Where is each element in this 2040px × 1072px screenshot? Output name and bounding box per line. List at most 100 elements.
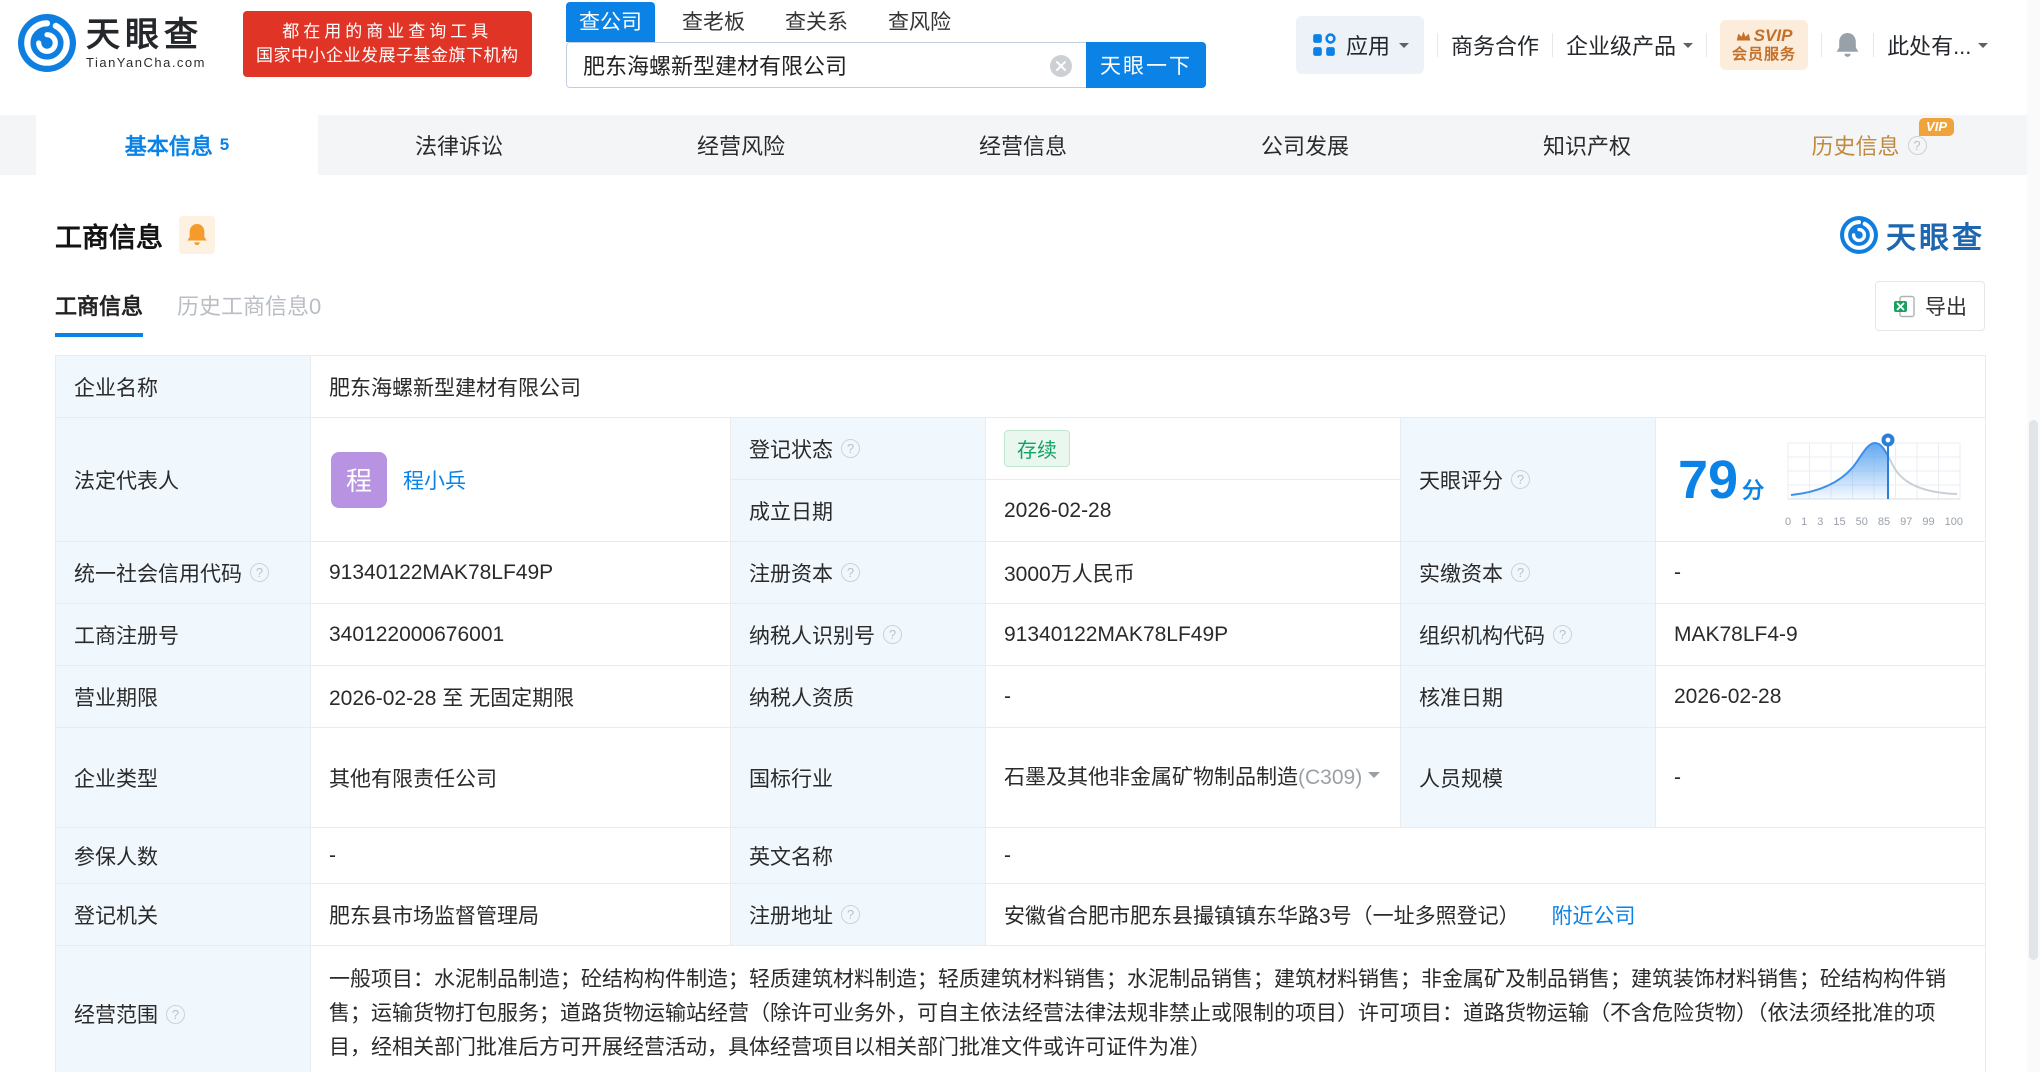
section-title: 工商信息 bbox=[55, 222, 163, 253]
chevron-down-icon bbox=[1683, 43, 1694, 53]
taxpayer-id-label: 纳税人识别号 bbox=[730, 603, 986, 666]
tab-legal-proceedings[interactable]: 法律诉讼 bbox=[318, 115, 600, 175]
help-icon[interactable] bbox=[1553, 625, 1572, 644]
approval-date-label: 核准日期 bbox=[1400, 665, 1656, 728]
company-name-label: 企业名称 bbox=[55, 355, 311, 418]
tab-operating-risk[interactable]: 经营风险 bbox=[600, 115, 882, 175]
establish-date-label: 成立日期 bbox=[730, 479, 986, 542]
notification-bell-icon[interactable] bbox=[1835, 32, 1860, 59]
menu-enterprise[interactable]: 企业级产品 bbox=[1566, 29, 1694, 61]
vip-badge: VIP bbox=[1919, 118, 1954, 136]
legal-rep-label: 法定代表人 bbox=[55, 417, 311, 542]
search-tab-relation[interactable]: 查关系 bbox=[772, 2, 861, 42]
taxpayer-id-value: 91340122MAK78LF49P bbox=[985, 603, 1401, 666]
insured-count-value: - bbox=[310, 827, 731, 884]
score-chart-ticks: 01 3 15 50 85 97 99 100 bbox=[1785, 516, 1963, 528]
top-header: 天眼查 TianYanCha.com 都在用的商业查询工具 国家中小企业发展子基… bbox=[0, 0, 2040, 90]
monitor-bell-button[interactable] bbox=[179, 216, 215, 254]
search-input[interactable] bbox=[567, 43, 1086, 87]
english-name-label: 英文名称 bbox=[730, 827, 986, 884]
industry-code: (C309) bbox=[1298, 765, 1363, 789]
help-icon[interactable] bbox=[883, 625, 902, 644]
apps-menu[interactable]: 应用 bbox=[1296, 16, 1425, 74]
paid-capital-label: 实缴资本 bbox=[1400, 541, 1656, 604]
help-icon[interactable] bbox=[1907, 135, 1927, 155]
reg-address-label: 注册地址 bbox=[730, 883, 986, 946]
search-block: 查公司 查老板 查关系 查风险 天眼一下 bbox=[566, 2, 1206, 88]
credit-code-value: 91340122MAK78LF49P bbox=[310, 541, 731, 604]
business-scope-label: 经营范围 bbox=[55, 945, 311, 1072]
tab-company-development[interactable]: 公司发展 bbox=[1164, 115, 1446, 175]
company-nav-band: 基本信息 5 法律诉讼 经营风险 经营信息 公司发展 知识产权 历史信息 VIP bbox=[0, 115, 2040, 175]
logo-text-cn: 天眼查 bbox=[86, 15, 203, 54]
main-content: 工商信息 天眼查 工商信息 历史工商信息0 导出 企业名称 肥东海螺新型建材有限… bbox=[0, 213, 2040, 1072]
top-menu: 应用 商务合作 企业级产品 SVIP 会员服务 此处有... bbox=[1296, 0, 1989, 90]
tianyancha-logo-icon bbox=[18, 14, 76, 72]
tab-intellectual-property[interactable]: 知识产权 bbox=[1446, 115, 1728, 175]
search-button[interactable]: 天眼一下 bbox=[1086, 42, 1206, 88]
reg-number-label: 工商注册号 bbox=[55, 603, 311, 666]
apps-label: 应用 bbox=[1346, 34, 1391, 59]
logo-text-en: TianYanCha.com bbox=[86, 54, 206, 70]
tab-history-info[interactable]: 历史信息 VIP bbox=[1728, 115, 2010, 175]
help-icon[interactable] bbox=[250, 563, 269, 582]
industry-expand-chevron-icon[interactable] bbox=[1368, 771, 1381, 784]
page: 天眼查 TianYanCha.com 都在用的商业查询工具 国家中小企业发展子基… bbox=[0, 0, 2040, 1072]
legal-rep-value: 程 程小兵 bbox=[310, 417, 731, 542]
promo-banner[interactable]: 都在用的商业查询工具 国家中小企业发展子基金旗下机构 bbox=[243, 11, 532, 77]
industry-value: 石墨及其他非金属矿物制品制造(C309) bbox=[985, 727, 1401, 828]
company-type-value: 其他有限责任公司 bbox=[310, 727, 731, 828]
score-distribution-chart: 01 3 15 50 85 97 99 100 bbox=[1785, 431, 1963, 528]
legal-rep-name-link[interactable]: 程小兵 bbox=[403, 465, 466, 495]
chevron-down-icon bbox=[1399, 43, 1410, 53]
bell-icon bbox=[187, 224, 207, 246]
industry-label: 国标行业 bbox=[730, 727, 986, 828]
subtab-history-business-info[interactable]: 历史工商信息0 bbox=[177, 289, 321, 337]
export-button[interactable]: 导出 bbox=[1875, 281, 1985, 331]
clear-search-icon[interactable] bbox=[1050, 55, 1072, 77]
tab-basic-info-count: 5 bbox=[219, 135, 230, 154]
menu-cooperation[interactable]: 商务合作 bbox=[1451, 29, 1539, 61]
search-tab-risk[interactable]: 查风险 bbox=[875, 2, 964, 42]
paid-capital-value: - bbox=[1654, 541, 1987, 604]
tab-basic-info[interactable]: 基本信息 5 bbox=[36, 115, 318, 175]
help-icon[interactable] bbox=[841, 439, 860, 458]
help-icon[interactable] bbox=[1511, 470, 1530, 489]
promo-line1: 都在用的商业查询工具 bbox=[282, 22, 493, 41]
reg-capital-label: 注册资本 bbox=[730, 541, 986, 604]
business-term-value: 2026-02-28 至 无固定期限 bbox=[310, 665, 731, 728]
divider bbox=[1552, 33, 1554, 57]
help-icon[interactable] bbox=[841, 563, 860, 582]
watermark-logo: 天眼查 bbox=[1840, 213, 1985, 257]
divider bbox=[1873, 33, 1875, 57]
legal-rep-avatar[interactable]: 程 bbox=[331, 451, 387, 508]
english-name-value: - bbox=[984, 827, 1987, 884]
reg-authority-value: 肥东县市场监督管理局 bbox=[310, 883, 731, 946]
user-menu[interactable]: 此处有... bbox=[1887, 29, 1989, 61]
divider bbox=[1821, 33, 1823, 57]
search-tab-boss[interactable]: 查老板 bbox=[669, 2, 758, 42]
chevron-down-icon bbox=[1978, 43, 1989, 53]
scrollbar-thumb[interactable] bbox=[2029, 420, 2038, 960]
tianyancha-logo[interactable]: 天眼查 TianYanCha.com bbox=[18, 14, 206, 72]
status-badge: 存续 bbox=[1004, 430, 1070, 467]
business-info-table: 企业名称 肥东海螺新型建材有限公司 法定代表人 程 程小兵 登记状态 ? 存续 … bbox=[55, 355, 1987, 1072]
divider bbox=[1437, 33, 1439, 57]
taxpayer-quality-label: 纳税人资质 bbox=[730, 665, 986, 728]
score-label: 天眼评分 bbox=[1400, 417, 1656, 542]
nearby-companies-link[interactable]: 附近公司 bbox=[1552, 905, 1636, 928]
help-icon[interactable] bbox=[841, 905, 860, 924]
tab-operating-info[interactable]: 经营信息 bbox=[882, 115, 1164, 175]
company-type-label: 企业类型 bbox=[55, 727, 311, 828]
search-tab-company[interactable]: 查公司 bbox=[566, 2, 655, 42]
search-tabs: 查公司 查老板 查关系 查风险 bbox=[566, 2, 1206, 42]
svip-badge[interactable]: SVIP 会员服务 bbox=[1720, 20, 1809, 70]
insured-count-label: 参保人数 bbox=[55, 827, 311, 884]
score-suffix: 分 bbox=[1742, 477, 1765, 503]
app-grid-icon bbox=[1313, 33, 1336, 56]
scrollbar-track[interactable] bbox=[2027, 0, 2040, 1072]
subtab-business-info[interactable]: 工商信息 bbox=[55, 289, 144, 337]
help-icon[interactable] bbox=[1511, 563, 1530, 582]
reg-address-value: 安徽省合肥市肥东县撮镇镇东华路3号（一址多照登记） 附近公司 bbox=[984, 883, 1987, 946]
help-icon[interactable] bbox=[166, 1004, 185, 1024]
